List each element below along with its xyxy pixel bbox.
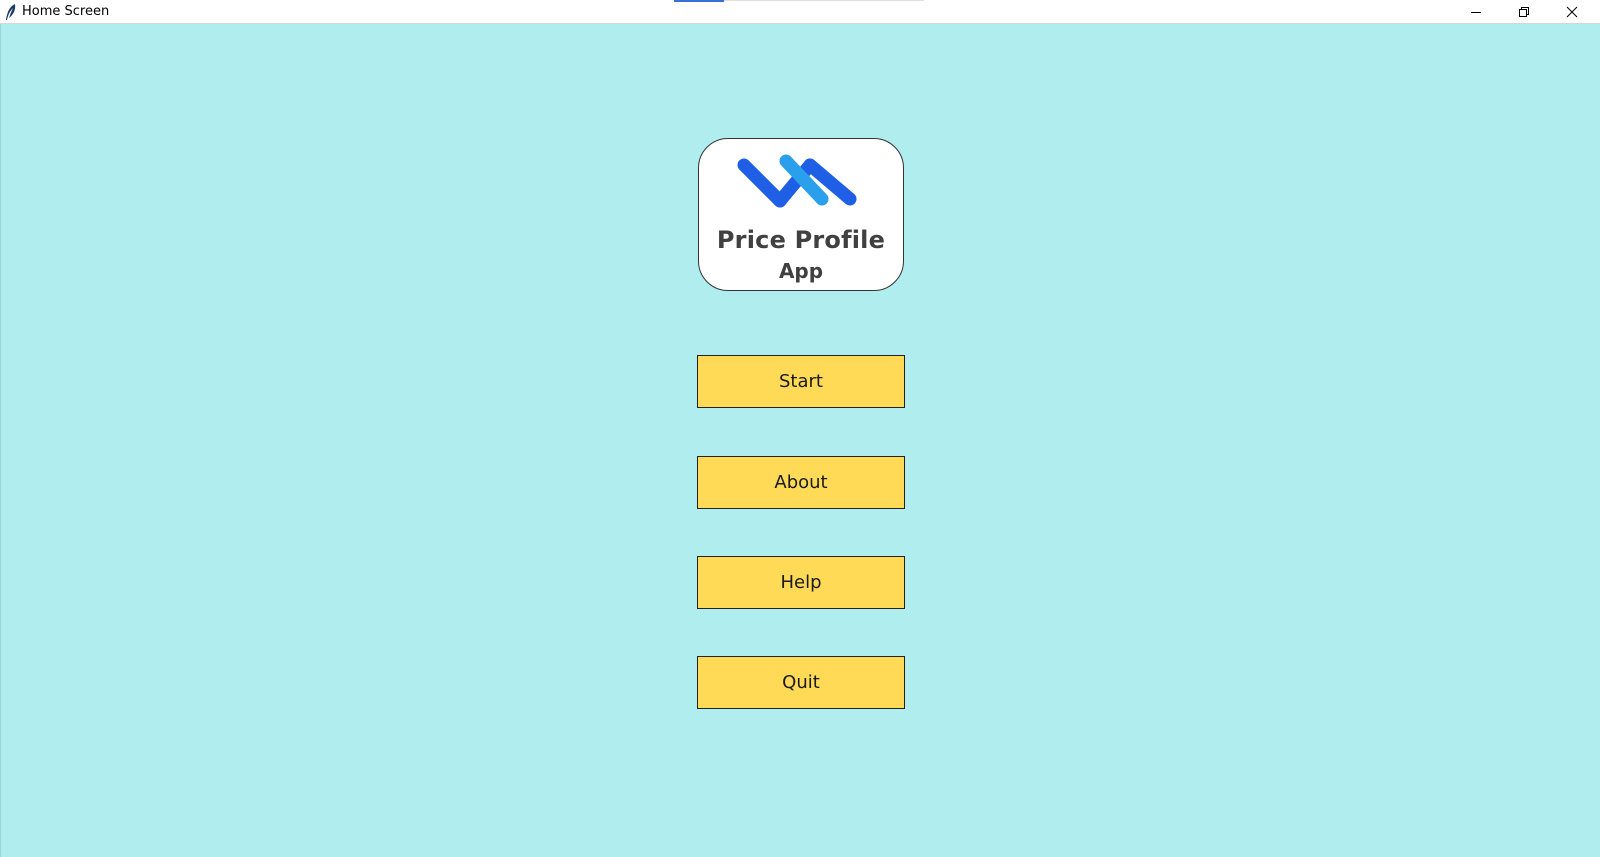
title-bar: Home Screen [0, 0, 1600, 24]
close-button[interactable] [1549, 0, 1595, 24]
restore-button[interactable] [1501, 0, 1547, 24]
minimize-icon [1470, 6, 1482, 18]
feather-icon [4, 3, 18, 21]
quit-button[interactable]: Quit [697, 656, 905, 709]
app-logo: Price Profile App [698, 138, 904, 291]
about-button[interactable]: About [697, 456, 905, 509]
start-button[interactable]: Start [697, 355, 905, 408]
window-title: Home Screen [22, 4, 110, 19]
logo-title: Price Profile [716, 226, 886, 254]
logo-subtitle: App [778, 259, 824, 283]
restore-icon [1518, 6, 1530, 18]
home-screen-content: Price Profile App Start About Help Quit [0, 24, 1600, 857]
zigzag-chart-icon [736, 151, 860, 213]
focus-indicator-track [724, 0, 924, 1]
close-icon [1566, 6, 1578, 18]
help-button[interactable]: Help [697, 556, 905, 609]
focus-indicator [674, 0, 724, 2]
minimize-button[interactable] [1453, 0, 1499, 24]
